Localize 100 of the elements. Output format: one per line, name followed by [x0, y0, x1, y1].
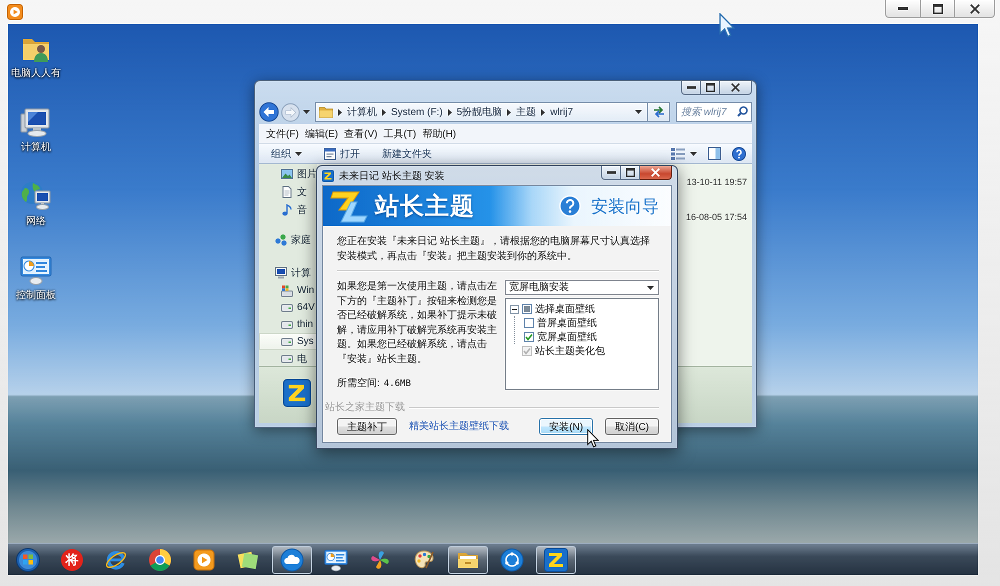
dialog-button[interactable]: 取消(C)	[605, 418, 659, 435]
desktop-icon-label[interactable]: 网络	[26, 216, 46, 228]
chevron-icon[interactable]	[338, 108, 342, 116]
palette-icon	[412, 548, 436, 572]
file-date: 13-10-11 19:57	[686, 176, 747, 189]
breadcrumb-item[interactable]: 主题	[516, 105, 536, 119]
collapse-icon[interactable]	[510, 304, 519, 314]
checkbox[interactable]	[522, 304, 532, 314]
caret-icon[interactable]	[635, 110, 642, 114]
menu-item[interactable]: 帮助(H)	[422, 126, 456, 140]
patch-button[interactable]: 主题补丁	[337, 418, 397, 435]
z-logo-icon	[283, 379, 311, 407]
z-logo-icon	[544, 548, 568, 572]
desktop-icon-label[interactable]: 计算机	[21, 142, 51, 154]
maximize-button[interactable]	[701, 81, 720, 95]
view-list-icon[interactable]	[671, 148, 685, 160]
close-icon	[651, 168, 660, 177]
breadcrumb-item[interactable]: System (F:)	[391, 106, 443, 118]
taskbar-button[interactable]	[536, 546, 576, 574]
monitor-icon	[275, 267, 287, 279]
mode-dropdown[interactable]: 宽屏电脑安装	[505, 280, 659, 295]
nav-item[interactable]: thin	[259, 316, 317, 333]
toolbar-button[interactable]: 组织	[267, 145, 306, 162]
close-button[interactable]	[720, 81, 752, 95]
globe-monitor-icon[interactable]	[20, 180, 52, 212]
space-value: 4.6MB	[384, 378, 411, 391]
maximize-icon	[626, 168, 634, 177]
drive-icon	[281, 320, 293, 328]
wizard-title: 安装向导	[591, 196, 659, 218]
close-button[interactable]	[955, 0, 995, 18]
document-icon	[281, 186, 293, 198]
monitor-icon[interactable]	[20, 106, 52, 138]
chevron-icon[interactable]	[382, 108, 386, 116]
address-bar[interactable]: 计算机 System (F:) 5扮靓电脑 主题 wlrij7	[315, 102, 648, 122]
preview-pane-icon[interactable]	[708, 147, 721, 160]
intro-text: 您正在安装『未来日记 站长主题』，请根据您的电脑屏幕尺寸认真选择安装模式，再点击『安装』把主题安装到你的系统中。	[337, 234, 651, 264]
tricolor-circle-icon	[148, 548, 172, 572]
minimize-button[interactable]	[885, 0, 921, 18]
nav-item[interactable]: 计算	[259, 264, 317, 282]
taskbar-button[interactable]: 将	[52, 546, 92, 574]
refresh-icon	[652, 106, 666, 118]
breadcrumb-item[interactable]: wlrij7	[550, 106, 574, 118]
search-field[interactable]: 搜索 wlrij7	[676, 102, 752, 122]
menu-item[interactable]: 查看(V)	[344, 126, 378, 140]
dashboard-icon	[324, 548, 348, 572]
nav-item[interactable]: 图片	[259, 165, 317, 183]
dialog-button[interactable]: 安装(N)	[539, 418, 594, 435]
refresh-button[interactable]	[648, 102, 670, 122]
dialog-title: 未来日记 站长主题 安装	[339, 170, 445, 182]
toolbar-button[interactable]: 打开	[320, 145, 364, 162]
toolbar-button[interactable]: 新建文件夹	[378, 145, 436, 162]
help-icon[interactable]	[732, 146, 746, 160]
taskbar-button[interactable]	[448, 546, 488, 574]
caret-icon	[647, 286, 654, 290]
seal-logo: 将	[61, 548, 83, 570]
breadcrumb-item[interactable]: 5扮靓电脑	[456, 105, 502, 119]
nav-item[interactable]: 音	[259, 201, 317, 219]
back-button[interactable]	[259, 102, 279, 122]
chevron-icon[interactable]	[541, 108, 546, 116]
nav-item[interactable]: 家庭	[259, 231, 317, 249]
minimize-icon	[606, 171, 616, 174]
chevron-icon[interactable]	[448, 108, 452, 116]
dashboard-icon[interactable]	[20, 254, 52, 286]
dots-circle-icon	[500, 548, 524, 572]
z-logo-icon	[322, 170, 334, 182]
menu-item[interactable]: 编辑(E)	[304, 126, 338, 140]
minimize-icon	[686, 86, 696, 89]
folder-icon	[319, 106, 333, 118]
tree-item-label[interactable]: 普屏桌面壁纸	[537, 316, 597, 330]
nav-item[interactable]: Win	[259, 282, 317, 299]
chevron-icon[interactable]	[507, 108, 512, 116]
maximize-button[interactable]	[621, 166, 640, 180]
brand-title: 站长主题	[375, 192, 475, 222]
drive-icon	[281, 338, 293, 346]
desktop-icon-label[interactable]: 电脑人人有	[11, 68, 61, 80]
maximize-icon	[932, 4, 942, 14]
breadcrumb-item[interactable]: 计算机	[347, 105, 377, 119]
caret-icon[interactable]	[303, 110, 310, 114]
maximize-button[interactable]	[921, 0, 955, 18]
minimize-button[interactable]	[601, 166, 621, 180]
drive-icon	[281, 284, 293, 296]
checkbox[interactable]	[524, 318, 534, 328]
nav-item[interactable]: 64V	[259, 299, 317, 316]
tree-item-label[interactable]: 宽屏桌面壁纸	[537, 330, 597, 344]
taskbar-button[interactable]	[272, 546, 312, 574]
download-link[interactable]: 精美站长主题壁纸下载	[409, 419, 509, 434]
checkbox[interactable]	[524, 332, 534, 342]
nav-item[interactable]: 电	[259, 350, 317, 366]
window-icon	[324, 148, 336, 160]
close-icon	[731, 83, 740, 92]
caret-icon[interactable]	[690, 152, 697, 156]
menu-item[interactable]: 工具(T)	[383, 126, 416, 140]
tree-item-label[interactable]: 选择桌面壁纸	[535, 302, 595, 316]
menu-item[interactable]: 文件(F)	[266, 126, 299, 140]
file-date: 16-08-05 17:54	[686, 211, 747, 224]
minimize-button[interactable]	[681, 81, 701, 95]
nav-item[interactable]: Sys	[259, 333, 317, 350]
nav-item[interactable]: 文	[259, 183, 317, 201]
close-button[interactable]	[640, 166, 672, 180]
instructions-text: 如果您是第一次使用主题，请点击左下方的『主题补丁』按钮来检测您是否已经破解系统，如果补丁提示未破解，请应用补丁破解完系统再安装主题。如果您已经破解系统，请点击『安装』站长主题。	[337, 280, 497, 366]
